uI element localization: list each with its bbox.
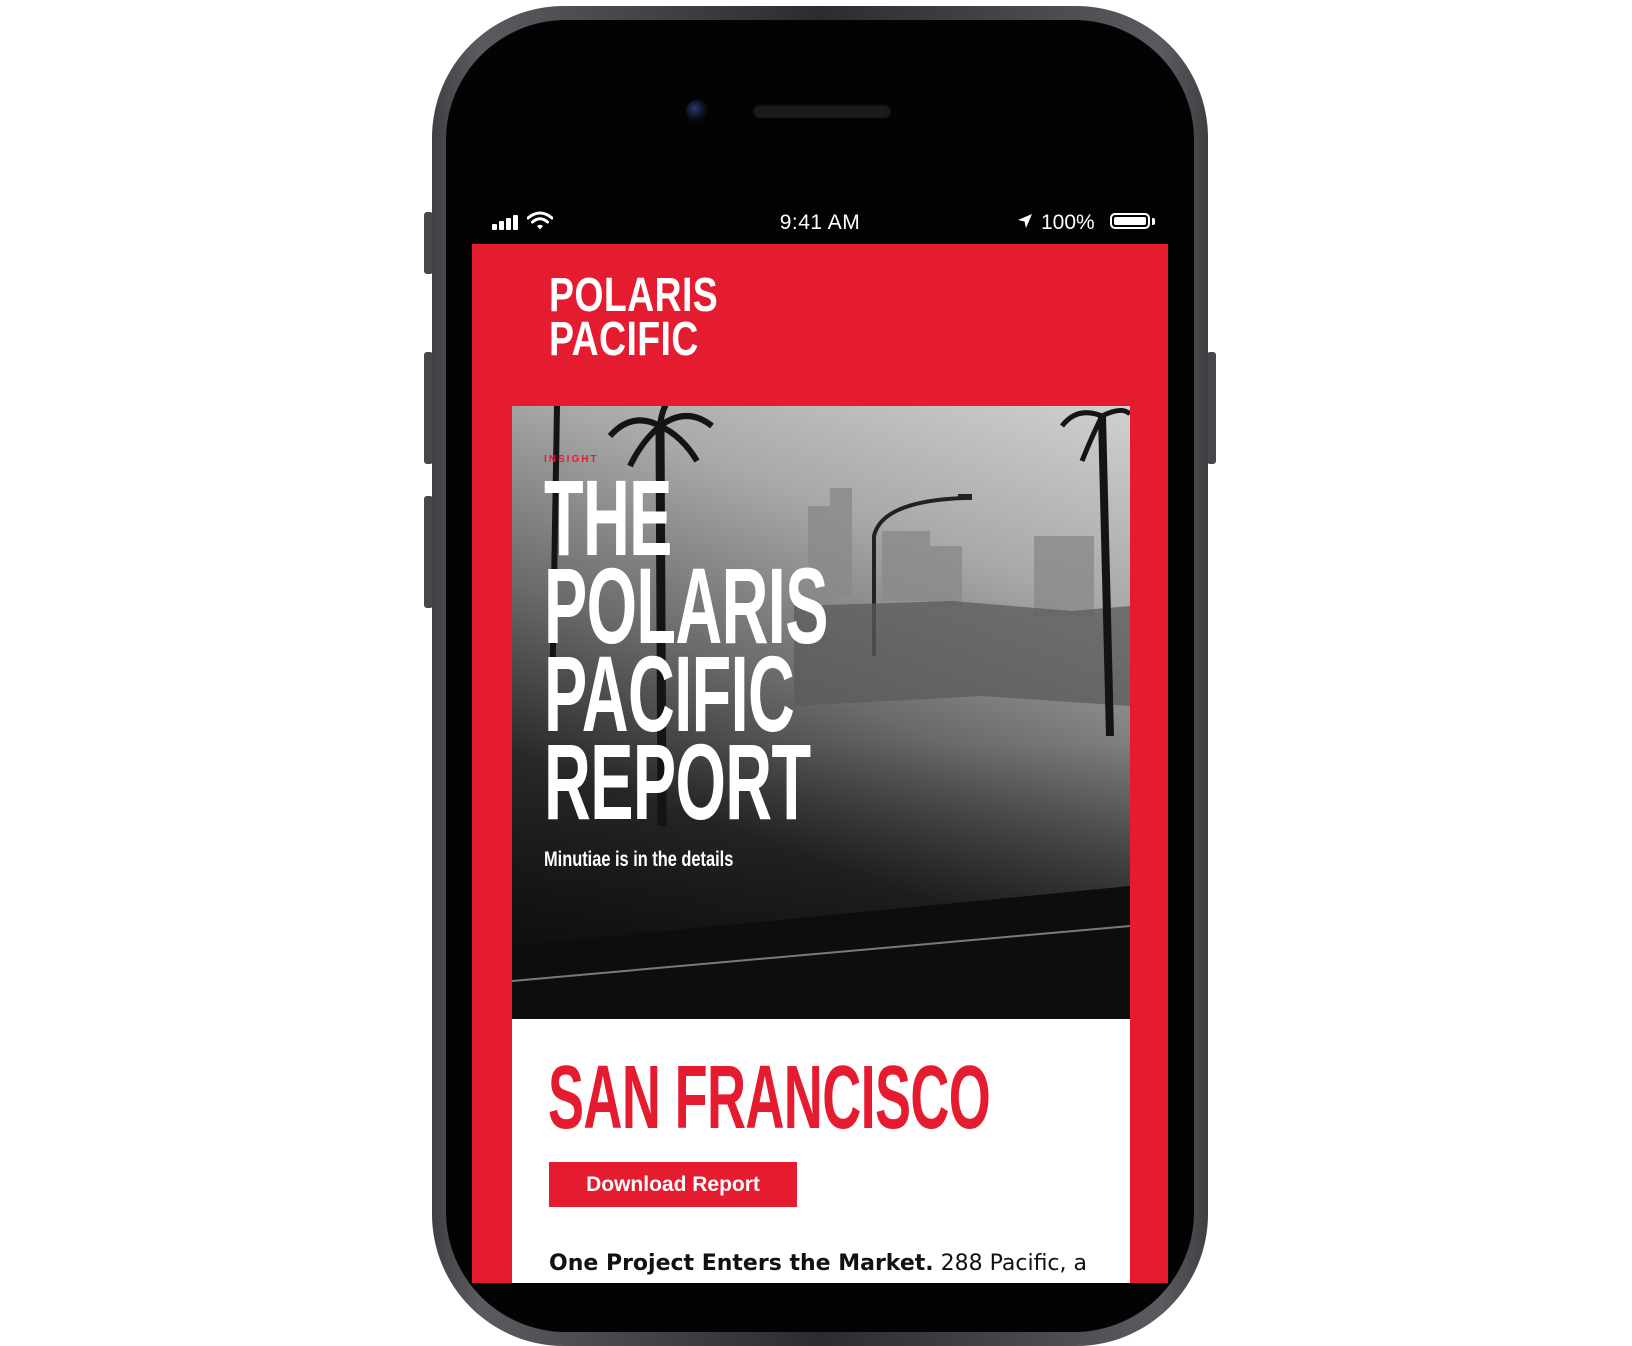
phone-screen: 9:41 AM 100% POLARIS PACIFIC INSIGHT THE… (472, 198, 1168, 1283)
content-card: SAN FRANCISCO Download Report One Projec… (512, 1019, 1130, 1283)
city-heading: SAN FRANCISCO (548, 1048, 991, 1148)
download-report-button[interactable]: Download Report (549, 1162, 797, 1207)
location-arrow-icon (1018, 214, 1032, 228)
battery-tip (1152, 218, 1155, 225)
body-text: 288 Pacific, a (933, 1251, 1087, 1276)
hero-banner[interactable]: INSIGHT THE POLARIS PACIFIC REPORT Minut… (512, 406, 1130, 1019)
body-paragraph: One Project Enters the Market. 288 Pacif… (549, 1251, 1109, 1276)
battery-percent: 100% (1041, 211, 1095, 234)
earpiece-speaker (753, 104, 891, 118)
front-camera (686, 100, 708, 122)
brand-logo-line2: PACIFIC (549, 313, 699, 366)
hero-subtitle: Minutiae is in the details (544, 848, 734, 871)
hero-title-line: REPORT (544, 721, 811, 842)
brand-logo-line1: POLARIS (549, 269, 719, 322)
hero-title: THE POLARIS PACIFIC REPORT (544, 464, 828, 842)
power-button (1207, 352, 1216, 464)
battery-icon (1110, 213, 1150, 229)
status-bar: 9:41 AM 100% (472, 198, 1168, 244)
body-lead: One Project Enters the Market. (549, 1251, 934, 1276)
brand-logo[interactable]: POLARIS PACIFIC (549, 269, 719, 366)
